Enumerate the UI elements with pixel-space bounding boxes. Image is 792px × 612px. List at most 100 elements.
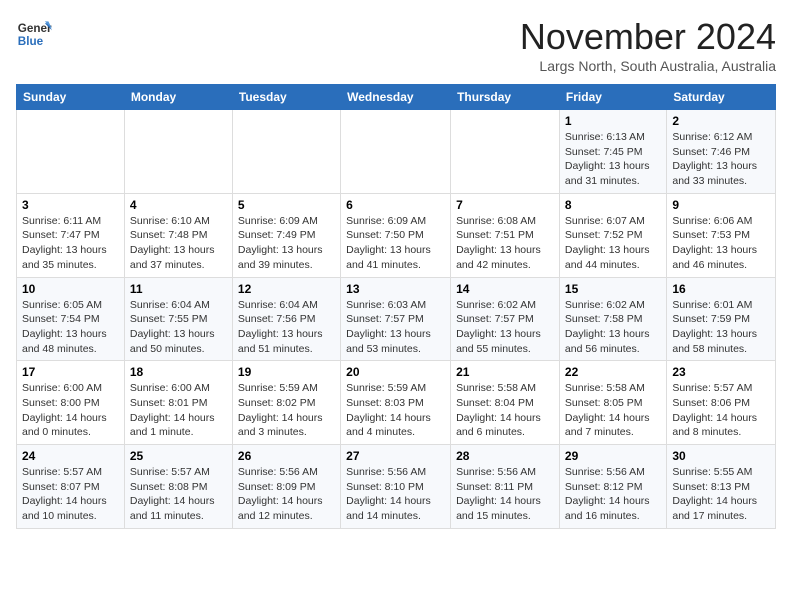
day-cell: 13Sunrise: 6:03 AM Sunset: 7:57 PM Dayli… xyxy=(341,277,451,361)
day-number: 17 xyxy=(22,365,119,379)
day-number: 20 xyxy=(346,365,445,379)
col-header-friday: Friday xyxy=(559,85,666,110)
day-info: Sunrise: 6:01 AM Sunset: 7:59 PM Dayligh… xyxy=(672,298,770,357)
col-header-saturday: Saturday xyxy=(667,85,776,110)
day-cell: 27Sunrise: 5:56 AM Sunset: 8:10 PM Dayli… xyxy=(341,445,451,529)
day-info: Sunrise: 5:59 AM Sunset: 8:02 PM Dayligh… xyxy=(238,381,335,440)
day-info: Sunrise: 6:10 AM Sunset: 7:48 PM Dayligh… xyxy=(130,214,227,273)
day-cell: 30 Sunrise: 5:55 AM Sunset: 8:13 PM Dayli… xyxy=(667,445,776,529)
day-cell: 20 Sunrise: 5:59 AM Sunset: 8:03 PM Dayli… xyxy=(341,361,451,445)
day-number: 2 xyxy=(672,114,770,128)
day-cell: 6 Sunrise: 6:09 AM Sunset: 7:50 PM Daylig… xyxy=(341,193,451,277)
col-header-sunday: Sunday xyxy=(17,85,125,110)
day-number: 25 xyxy=(130,449,227,463)
day-info: Sunrise: 5:55 AM Sunset: 8:13 PM Dayligh… xyxy=(672,465,770,524)
day-cell: 3Sunrise: 6:11 AM Sunset: 7:47 PM Daylig… xyxy=(17,193,125,277)
day-cell: 9 Sunrise: 6:06 AM Sunset: 7:53 PM Daylig… xyxy=(667,193,776,277)
day-number: 14 xyxy=(456,282,554,296)
day-cell xyxy=(341,110,451,194)
day-info: Sunrise: 6:08 AM Sunset: 7:51 PM Dayligh… xyxy=(456,214,554,273)
day-number: 22 xyxy=(565,365,661,379)
day-cell: 19 Sunrise: 5:59 AM Sunset: 8:02 PM Dayli… xyxy=(232,361,340,445)
day-number: 12 xyxy=(238,282,335,296)
day-number: 23 xyxy=(672,365,770,379)
day-number: 30 xyxy=(672,449,770,463)
day-number: 11 xyxy=(130,282,227,296)
location: Largs North, South Australia, Australia xyxy=(520,58,776,74)
day-cell: 5 Sunrise: 6:09 AM Sunset: 7:49 PM Daylig… xyxy=(232,193,340,277)
day-number: 6 xyxy=(346,198,445,212)
day-number: 3 xyxy=(22,198,119,212)
day-info: Sunrise: 5:58 AM Sunset: 8:05 PM Dayligh… xyxy=(565,381,661,440)
day-info: Sunrise: 6:12 AM Sunset: 7:46 PM Dayligh… xyxy=(672,130,770,189)
week-row-1: 1 Sunrise: 6:13 AM Sunset: 7:45 PM Daylig… xyxy=(17,110,776,194)
day-number: 4 xyxy=(130,198,227,212)
day-number: 10 xyxy=(22,282,119,296)
page-header: General Blue November 2024 Largs North, … xyxy=(16,16,776,74)
col-header-tuesday: Tuesday xyxy=(232,85,340,110)
day-info: Sunrise: 6:04 AM Sunset: 7:56 PM Dayligh… xyxy=(238,298,335,357)
day-cell: 28 Sunrise: 5:56 AM Sunset: 8:11 PM Dayli… xyxy=(451,445,560,529)
day-info: Sunrise: 5:58 AM Sunset: 8:04 PM Dayligh… xyxy=(456,381,554,440)
day-number: 29 xyxy=(565,449,661,463)
day-cell: 21 Sunrise: 5:58 AM Sunset: 8:04 PM Dayli… xyxy=(451,361,560,445)
day-info: Sunrise: 5:56 AM Sunset: 8:12 PM Dayligh… xyxy=(565,465,661,524)
week-row-4: 17 Sunrise: 6:00 AM Sunset: 8:00 PM Dayli… xyxy=(17,361,776,445)
day-info: Sunrise: 6:06 AM Sunset: 7:53 PM Dayligh… xyxy=(672,214,770,273)
day-number: 15 xyxy=(565,282,661,296)
day-info: Sunrise: 6:02 AM Sunset: 7:58 PM Dayligh… xyxy=(565,298,661,357)
day-cell xyxy=(451,110,560,194)
day-cell: 26 Sunrise: 5:56 AM Sunset: 8:09 PM Dayli… xyxy=(232,445,340,529)
day-cell: 23 Sunrise: 5:57 AM Sunset: 8:06 PM Dayli… xyxy=(667,361,776,445)
day-info: Sunrise: 6:00 AM Sunset: 8:00 PM Dayligh… xyxy=(22,381,119,440)
col-header-wednesday: Wednesday xyxy=(341,85,451,110)
day-cell: 22 Sunrise: 5:58 AM Sunset: 8:05 PM Dayli… xyxy=(559,361,666,445)
day-cell: 16 Sunrise: 6:01 AM Sunset: 7:59 PM Dayli… xyxy=(667,277,776,361)
day-number: 24 xyxy=(22,449,119,463)
logo-icon: General Blue xyxy=(16,16,52,52)
day-number: 5 xyxy=(238,198,335,212)
month-title: November 2024 xyxy=(520,16,776,58)
col-header-monday: Monday xyxy=(124,85,232,110)
col-header-thursday: Thursday xyxy=(451,85,560,110)
calendar-header-row: SundayMondayTuesdayWednesdayThursdayFrid… xyxy=(17,85,776,110)
day-number: 1 xyxy=(565,114,661,128)
day-cell: 18Sunrise: 6:00 AM Sunset: 8:01 PM Dayli… xyxy=(124,361,232,445)
logo: General Blue xyxy=(16,16,52,52)
day-cell xyxy=(232,110,340,194)
day-info: Sunrise: 5:59 AM Sunset: 8:03 PM Dayligh… xyxy=(346,381,445,440)
day-info: Sunrise: 6:09 AM Sunset: 7:50 PM Dayligh… xyxy=(346,214,445,273)
day-info: Sunrise: 6:13 AM Sunset: 7:45 PM Dayligh… xyxy=(565,130,661,189)
day-info: Sunrise: 5:56 AM Sunset: 8:09 PM Dayligh… xyxy=(238,465,335,524)
day-info: Sunrise: 5:56 AM Sunset: 8:11 PM Dayligh… xyxy=(456,465,554,524)
day-info: Sunrise: 6:07 AM Sunset: 7:52 PM Dayligh… xyxy=(565,214,661,273)
day-number: 9 xyxy=(672,198,770,212)
day-cell xyxy=(17,110,125,194)
calendar-table: SundayMondayTuesdayWednesdayThursdayFrid… xyxy=(16,84,776,529)
day-cell: 4 Sunrise: 6:10 AM Sunset: 7:48 PM Daylig… xyxy=(124,193,232,277)
day-info: Sunrise: 5:57 AM Sunset: 8:07 PM Dayligh… xyxy=(22,465,119,524)
day-cell: 10 Sunrise: 6:05 AM Sunset: 7:54 PM Dayli… xyxy=(17,277,125,361)
week-row-5: 24 Sunrise: 5:57 AM Sunset: 8:07 PM Dayli… xyxy=(17,445,776,529)
day-number: 16 xyxy=(672,282,770,296)
day-info: Sunrise: 6:09 AM Sunset: 7:49 PM Dayligh… xyxy=(238,214,335,273)
day-cell: 8Sunrise: 6:07 AM Sunset: 7:52 PM Daylig… xyxy=(559,193,666,277)
day-info: Sunrise: 6:05 AM Sunset: 7:54 PM Dayligh… xyxy=(22,298,119,357)
day-cell: 12 Sunrise: 6:04 AM Sunset: 7:56 PM Dayli… xyxy=(232,277,340,361)
day-number: 27 xyxy=(346,449,445,463)
day-cell: 2 Sunrise: 6:12 AM Sunset: 7:46 PM Daylig… xyxy=(667,110,776,194)
day-number: 7 xyxy=(456,198,554,212)
day-info: Sunrise: 6:04 AM Sunset: 7:55 PM Dayligh… xyxy=(130,298,227,357)
day-cell: 24 Sunrise: 5:57 AM Sunset: 8:07 PM Dayli… xyxy=(17,445,125,529)
day-cell: 25Sunrise: 5:57 AM Sunset: 8:08 PM Dayli… xyxy=(124,445,232,529)
day-cell: 14Sunrise: 6:02 AM Sunset: 7:57 PM Dayli… xyxy=(451,277,560,361)
day-info: Sunrise: 5:57 AM Sunset: 8:06 PM Dayligh… xyxy=(672,381,770,440)
day-number: 28 xyxy=(456,449,554,463)
day-cell: 1 Sunrise: 6:13 AM Sunset: 7:45 PM Daylig… xyxy=(559,110,666,194)
day-info: Sunrise: 6:03 AM Sunset: 7:57 PM Dayligh… xyxy=(346,298,445,357)
day-number: 21 xyxy=(456,365,554,379)
day-number: 19 xyxy=(238,365,335,379)
day-cell: 29 Sunrise: 5:56 AM Sunset: 8:12 PM Dayli… xyxy=(559,445,666,529)
week-row-3: 10 Sunrise: 6:05 AM Sunset: 7:54 PM Dayli… xyxy=(17,277,776,361)
day-number: 26 xyxy=(238,449,335,463)
